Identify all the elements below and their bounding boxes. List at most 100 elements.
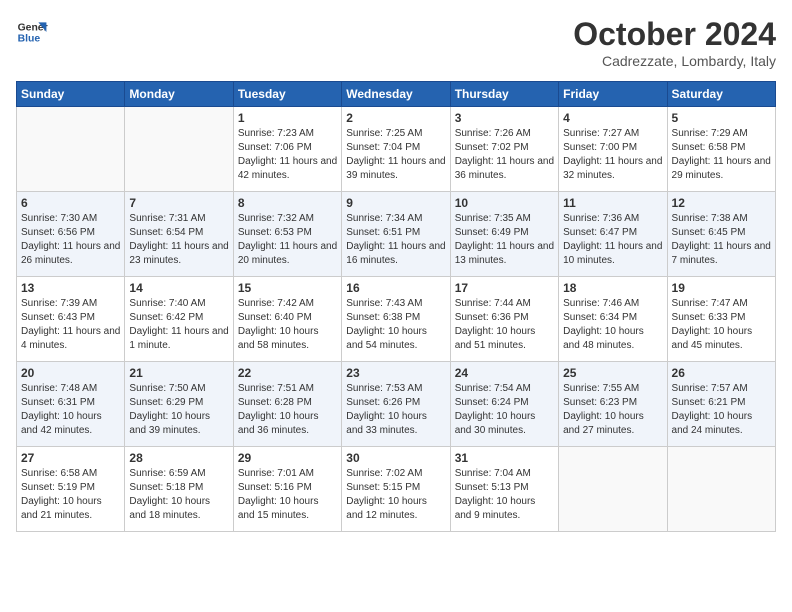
day-cell: 30Sunrise: 7:02 AM Sunset: 5:15 PM Dayli…	[342, 447, 450, 532]
day-cell: 19Sunrise: 7:47 AM Sunset: 6:33 PM Dayli…	[667, 277, 775, 362]
day-cell: 12Sunrise: 7:38 AM Sunset: 6:45 PM Dayli…	[667, 192, 775, 277]
day-info: Sunrise: 7:36 AM Sunset: 6:47 PM Dayligh…	[563, 212, 662, 268]
day-cell: 3 Sunrise: 7:26 AM Sunset: 7:02 PM Daylig…	[450, 107, 558, 192]
day-cell: 24Sunrise: 7:54 AM Sunset: 6:24 PM Dayli…	[450, 362, 558, 447]
day-cell: 14 Sunrise: 7:40 AM Sunset: 6:42 PM Dayli…	[125, 277, 233, 362]
day-cell: 16 Sunrise: 7:43 AM Sunset: 6:38 PM Dayli…	[342, 277, 450, 362]
day-number: 26	[672, 366, 771, 380]
week-row-4: 20 Sunrise: 7:48 AM Sunset: 6:31 PM Dayli…	[17, 362, 776, 447]
day-info: Sunrise: 7:23 AM Sunset: 7:06 PM Dayligh…	[238, 127, 337, 183]
day-number: 24	[455, 366, 554, 380]
day-cell: 10 Sunrise: 7:35 AM Sunset: 6:49 PM Dayli…	[450, 192, 558, 277]
day-info: Sunrise: 7:31 AM Sunset: 6:54 PM Dayligh…	[129, 212, 228, 268]
day-number: 14	[129, 281, 228, 295]
day-number: 22	[238, 366, 337, 380]
day-info: Sunrise: 7:39 AM Sunset: 6:43 PM Dayligh…	[21, 297, 120, 353]
location: Cadrezzate, Lombardy, Italy	[573, 53, 776, 69]
day-info: Sunrise: 7:47 AM Sunset: 6:33 PM Dayligh…	[672, 297, 771, 353]
day-cell: 11 Sunrise: 7:36 AM Sunset: 6:47 PM Dayli…	[559, 192, 667, 277]
day-cell: 13 Sunrise: 7:39 AM Sunset: 6:43 PM Dayli…	[17, 277, 125, 362]
day-number: 4	[563, 111, 662, 125]
day-cell: 26Sunrise: 7:57 AM Sunset: 6:21 PM Dayli…	[667, 362, 775, 447]
day-number: 2	[346, 111, 445, 125]
weekday-tuesday: Tuesday	[233, 82, 341, 107]
day-number: 11	[563, 196, 662, 210]
day-number: 15	[238, 281, 337, 295]
day-info: Sunrise: 7:29 AM Sunset: 6:58 PM Dayligh…	[672, 127, 771, 183]
week-row-2: 6 Sunrise: 7:30 AM Sunset: 6:56 PM Daylig…	[17, 192, 776, 277]
day-cell	[559, 447, 667, 532]
day-cell: 23 Sunrise: 7:53 AM Sunset: 6:26 PM Dayli…	[342, 362, 450, 447]
week-row-3: 13 Sunrise: 7:39 AM Sunset: 6:43 PM Dayli…	[17, 277, 776, 362]
day-number: 25	[563, 366, 662, 380]
logo: General Blue	[16, 16, 48, 48]
day-cell	[667, 447, 775, 532]
weekday-header-row: SundayMondayTuesdayWednesdayThursdayFrid…	[17, 82, 776, 107]
day-info: Sunrise: 7:25 AM Sunset: 7:04 PM Dayligh…	[346, 127, 445, 183]
day-cell: 1 Sunrise: 7:23 AM Sunset: 7:06 PM Daylig…	[233, 107, 341, 192]
day-info: Sunrise: 7:50 AM Sunset: 6:29 PM Dayligh…	[129, 382, 228, 438]
day-info: Sunrise: 7:01 AM Sunset: 5:16 PM Dayligh…	[238, 467, 337, 523]
weekday-thursday: Thursday	[450, 82, 558, 107]
day-info: Sunrise: 7:38 AM Sunset: 6:45 PM Dayligh…	[672, 212, 771, 268]
day-cell: 31Sunrise: 7:04 AM Sunset: 5:13 PM Dayli…	[450, 447, 558, 532]
day-number: 16	[346, 281, 445, 295]
day-info: Sunrise: 7:35 AM Sunset: 6:49 PM Dayligh…	[455, 212, 554, 268]
day-info: Sunrise: 7:27 AM Sunset: 7:00 PM Dayligh…	[563, 127, 662, 183]
weekday-monday: Monday	[125, 82, 233, 107]
day-info: Sunrise: 7:53 AM Sunset: 6:26 PM Dayligh…	[346, 382, 445, 438]
day-info: Sunrise: 7:44 AM Sunset: 6:36 PM Dayligh…	[455, 297, 554, 353]
day-number: 9	[346, 196, 445, 210]
day-cell: 8Sunrise: 7:32 AM Sunset: 6:53 PM Daylig…	[233, 192, 341, 277]
day-info: Sunrise: 7:48 AM Sunset: 6:31 PM Dayligh…	[21, 382, 120, 438]
day-info: Sunrise: 7:40 AM Sunset: 6:42 PM Dayligh…	[129, 297, 228, 353]
day-info: Sunrise: 7:02 AM Sunset: 5:15 PM Dayligh…	[346, 467, 445, 523]
day-number: 23	[346, 366, 445, 380]
weekday-sunday: Sunday	[17, 82, 125, 107]
day-cell: 29 Sunrise: 7:01 AM Sunset: 5:16 PM Dayli…	[233, 447, 341, 532]
day-cell: 28Sunrise: 6:59 AM Sunset: 5:18 PM Dayli…	[125, 447, 233, 532]
day-number: 1	[238, 111, 337, 125]
day-cell: 18 Sunrise: 7:46 AM Sunset: 6:34 PM Dayli…	[559, 277, 667, 362]
day-number: 7	[129, 196, 228, 210]
day-number: 29	[238, 451, 337, 465]
day-info: Sunrise: 7:30 AM Sunset: 6:56 PM Dayligh…	[21, 212, 120, 268]
day-number: 31	[455, 451, 554, 465]
month-title: October 2024	[573, 16, 776, 53]
day-number: 28	[129, 451, 228, 465]
day-cell: 20 Sunrise: 7:48 AM Sunset: 6:31 PM Dayli…	[17, 362, 125, 447]
day-cell: 25Sunrise: 7:55 AM Sunset: 6:23 PM Dayli…	[559, 362, 667, 447]
day-number: 3	[455, 111, 554, 125]
weekday-saturday: Saturday	[667, 82, 775, 107]
day-cell	[125, 107, 233, 192]
day-number: 13	[21, 281, 120, 295]
day-info: Sunrise: 7:43 AM Sunset: 6:38 PM Dayligh…	[346, 297, 445, 353]
week-row-5: 27 Sunrise: 6:58 AM Sunset: 5:19 PM Dayli…	[17, 447, 776, 532]
day-number: 18	[563, 281, 662, 295]
day-cell: 27 Sunrise: 6:58 AM Sunset: 5:19 PM Dayli…	[17, 447, 125, 532]
day-info: Sunrise: 7:46 AM Sunset: 6:34 PM Dayligh…	[563, 297, 662, 353]
day-info: Sunrise: 7:42 AM Sunset: 6:40 PM Dayligh…	[238, 297, 337, 353]
day-number: 17	[455, 281, 554, 295]
day-number: 27	[21, 451, 120, 465]
day-number: 20	[21, 366, 120, 380]
weekday-wednesday: Wednesday	[342, 82, 450, 107]
day-cell: 4 Sunrise: 7:27 AM Sunset: 7:00 PM Daylig…	[559, 107, 667, 192]
day-info: Sunrise: 7:34 AM Sunset: 6:51 PM Dayligh…	[346, 212, 445, 268]
day-number: 21	[129, 366, 228, 380]
day-number: 10	[455, 196, 554, 210]
day-info: Sunrise: 6:58 AM Sunset: 5:19 PM Dayligh…	[21, 467, 120, 523]
week-row-1: 1 Sunrise: 7:23 AM Sunset: 7:06 PM Daylig…	[17, 107, 776, 192]
weekday-friday: Friday	[559, 82, 667, 107]
title-block: October 2024 Cadrezzate, Lombardy, Italy	[573, 16, 776, 69]
day-cell: 21 Sunrise: 7:50 AM Sunset: 6:29 PM Dayli…	[125, 362, 233, 447]
day-cell: 5 Sunrise: 7:29 AM Sunset: 6:58 PM Daylig…	[667, 107, 775, 192]
day-number: 6	[21, 196, 120, 210]
day-info: Sunrise: 7:26 AM Sunset: 7:02 PM Dayligh…	[455, 127, 554, 183]
day-info: Sunrise: 7:32 AM Sunset: 6:53 PM Dayligh…	[238, 212, 337, 268]
day-cell: 2 Sunrise: 7:25 AM Sunset: 7:04 PM Daylig…	[342, 107, 450, 192]
day-number: 5	[672, 111, 771, 125]
day-info: Sunrise: 7:51 AM Sunset: 6:28 PM Dayligh…	[238, 382, 337, 438]
day-cell	[17, 107, 125, 192]
page-header: General Blue October 2024 Cadrezzate, Lo…	[16, 16, 776, 69]
